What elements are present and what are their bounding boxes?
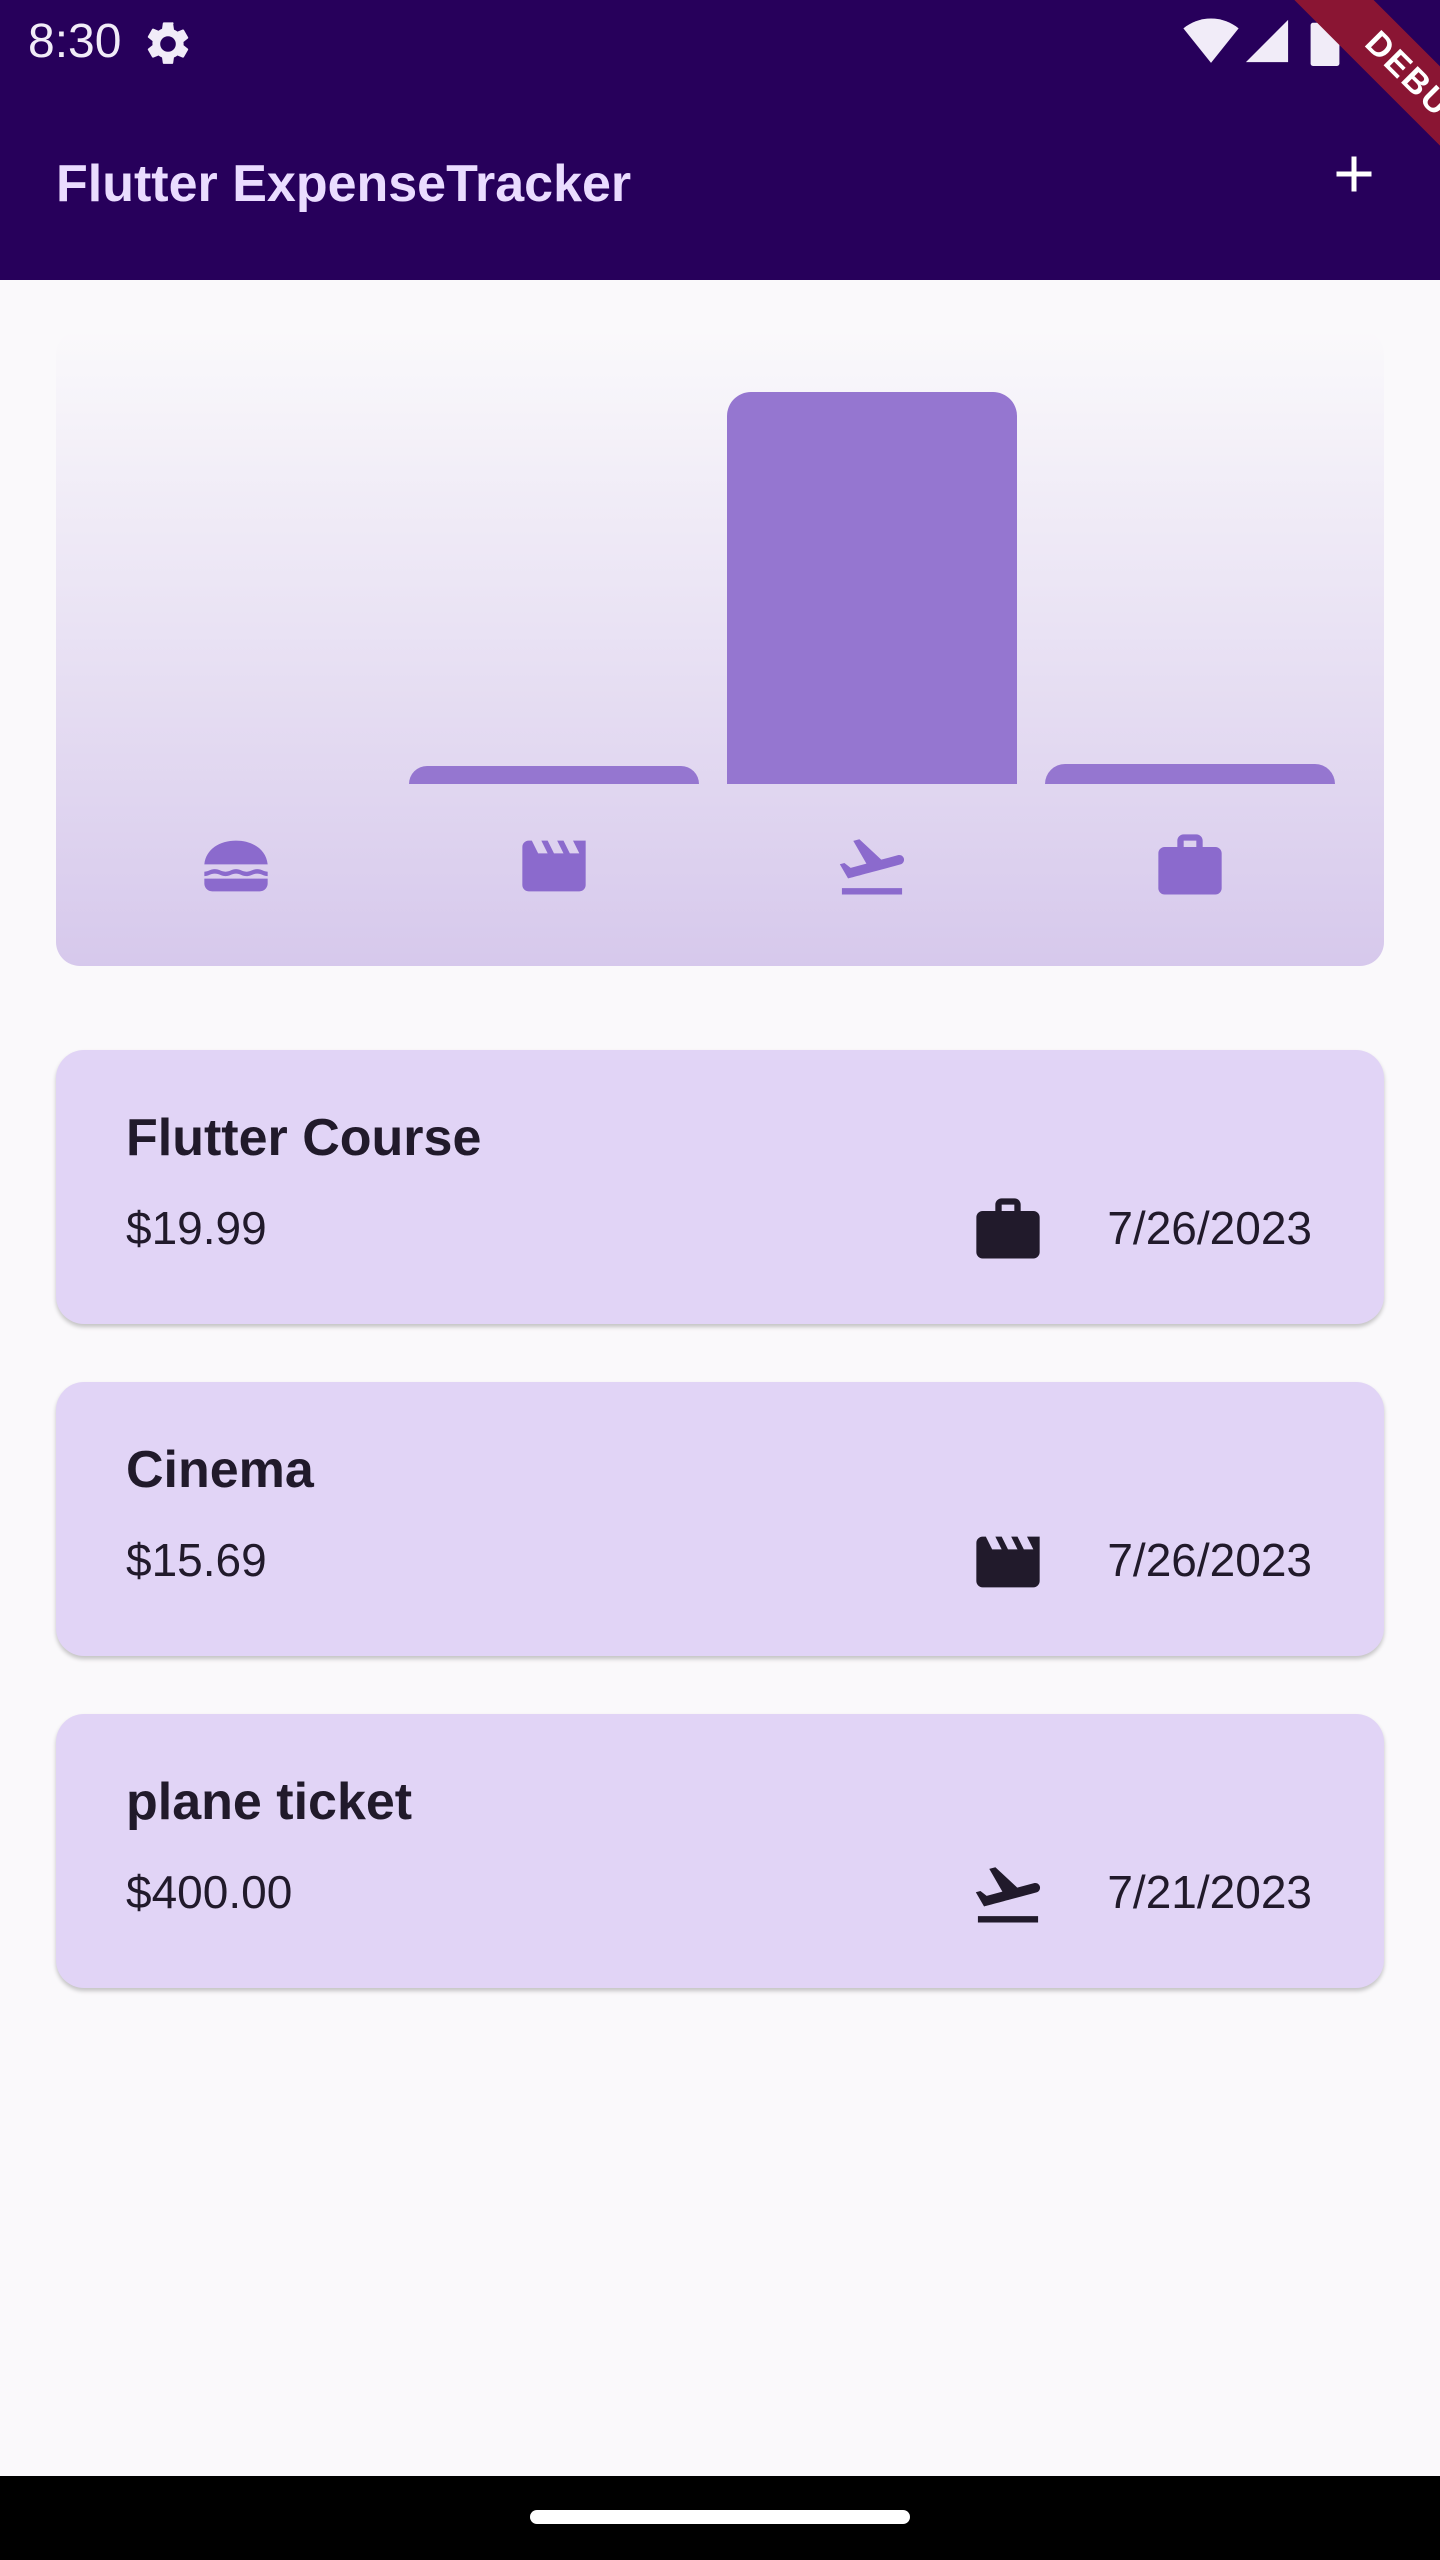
clapperboard-icon	[976, 1536, 1040, 1588]
app-title: Flutter ExpenseTracker	[56, 155, 632, 213]
gear-icon	[147, 22, 189, 64]
chart-bar-travel	[727, 392, 1017, 784]
add-icon	[1336, 156, 1372, 192]
expense-title: Cinema	[126, 1441, 314, 1499]
clapperboard-icon	[409, 826, 699, 906]
signal-icon	[1245, 19, 1289, 63]
flight-takeoff-icon	[727, 826, 1017, 906]
status-bar: 8:30	[0, 0, 1440, 84]
expense-item[interactable]: Flutter Course $19.99 7/26/2023	[56, 1050, 1384, 1324]
expense-date: 7/26/2023	[1107, 1202, 1312, 1254]
add-expense-button[interactable]	[1318, 138, 1390, 210]
chart-category-icons	[56, 826, 1384, 906]
expense-amount: $15.69	[126, 1534, 267, 1586]
flight-takeoff-icon	[975, 1867, 1041, 1923]
status-time: 8:30	[28, 15, 122, 68]
chart-bar-leisure	[409, 766, 699, 784]
expense-item[interactable]: Cinema $15.69 7/26/2023	[56, 1382, 1384, 1656]
wifi-icon	[1183, 18, 1239, 63]
expense-date: 7/21/2023	[1107, 1866, 1312, 1918]
expense-title: plane ticket	[126, 1773, 413, 1831]
expense-item[interactable]: plane ticket $400.00 7/21/2023	[56, 1714, 1384, 1988]
expense-amount: $400.00	[126, 1866, 293, 1918]
briefcase-icon	[976, 1198, 1040, 1259]
system-navigation-bar	[0, 2476, 1440, 2560]
battery-icon	[1310, 18, 1340, 66]
chart-bars	[56, 330, 1384, 784]
app-bar: Flutter ExpenseTracker	[0, 84, 1440, 280]
expense-amount: $19.99	[126, 1202, 267, 1254]
home-indicator[interactable]	[530, 2510, 910, 2524]
burger-icon	[91, 826, 381, 906]
expense-title: Flutter Course	[126, 1109, 482, 1167]
briefcase-icon	[1045, 826, 1335, 906]
expense-chart	[56, 330, 1384, 966]
expense-date: 7/26/2023	[1107, 1534, 1312, 1586]
chart-bar-work	[1045, 764, 1335, 784]
